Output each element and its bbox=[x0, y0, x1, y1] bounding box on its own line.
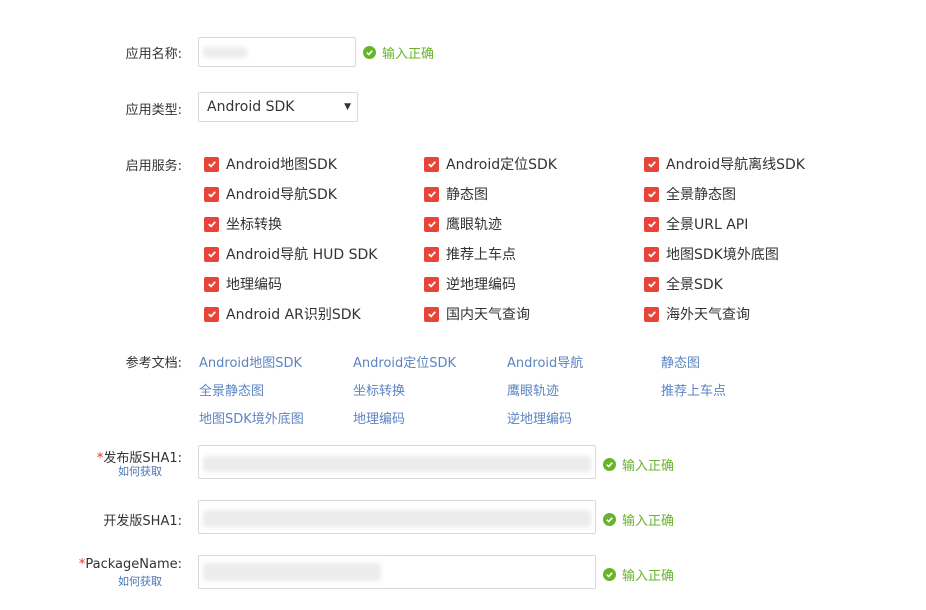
service-label: 国内天气查询 bbox=[446, 307, 530, 323]
redacted-value bbox=[203, 563, 381, 581]
redacted-value bbox=[203, 456, 591, 472]
redacted-value bbox=[203, 47, 247, 58]
service-checkbox[interactable]: Android导航 HUD SDK bbox=[204, 244, 377, 264]
redacted-value bbox=[203, 510, 591, 527]
checkbox-checked-icon[interactable] bbox=[644, 246, 659, 262]
checkbox-checked-icon[interactable] bbox=[424, 306, 439, 322]
app-name-label: 应用名称: bbox=[125, 47, 182, 62]
release-sha1-valid: 输入正确 bbox=[603, 455, 674, 474]
app-type-select[interactable]: Android SDK ▼ bbox=[198, 92, 358, 122]
service-checkbox[interactable]: Android地图SDK bbox=[204, 154, 337, 174]
doc-link[interactable]: 推荐上车点 bbox=[661, 380, 726, 399]
service-checkbox[interactable]: 坐标转换 bbox=[204, 214, 282, 234]
service-checkbox[interactable]: 静态图 bbox=[424, 184, 488, 204]
package-name-valid: 输入正确 bbox=[603, 565, 674, 584]
service-checkbox[interactable]: Android导航SDK bbox=[204, 184, 337, 204]
services-label: 启用服务: bbox=[125, 159, 182, 174]
service-label: 全景SDK bbox=[666, 277, 723, 293]
service-label: 推荐上车点 bbox=[446, 247, 516, 263]
service-checkbox[interactable]: 推荐上车点 bbox=[424, 244, 516, 264]
release-sha1-input[interactable] bbox=[198, 445, 596, 479]
service-checkbox[interactable]: Android定位SDK bbox=[424, 154, 557, 174]
service-label: 海外天气查询 bbox=[666, 307, 750, 323]
doc-link[interactable]: 坐标转换 bbox=[353, 380, 405, 399]
checkbox-checked-icon[interactable] bbox=[204, 186, 219, 202]
service-checkbox[interactable]: Android AR识别SDK bbox=[204, 304, 361, 324]
checkbox-checked-icon[interactable] bbox=[424, 216, 439, 232]
doc-link[interactable]: Android定位SDK bbox=[353, 352, 456, 371]
checkbox-checked-icon[interactable] bbox=[644, 216, 659, 232]
service-checkbox[interactable]: 全景URL API bbox=[644, 214, 748, 234]
checkbox-checked-icon[interactable] bbox=[204, 246, 219, 262]
doc-link[interactable]: Android地图SDK bbox=[199, 352, 302, 371]
check-circle-icon bbox=[363, 46, 376, 59]
service-label: Android地图SDK bbox=[226, 157, 337, 173]
check-circle-icon bbox=[603, 458, 616, 471]
service-checkbox[interactable]: 国内天气查询 bbox=[424, 304, 530, 324]
valid-text: 输入正确 bbox=[622, 459, 675, 474]
service-label: 全景URL API bbox=[666, 217, 749, 233]
doc-link[interactable]: Android导航 bbox=[507, 352, 583, 371]
doc-link[interactable]: 地理编码 bbox=[353, 408, 405, 427]
service-checkbox[interactable]: 全景SDK bbox=[644, 274, 723, 294]
dev-sha1-valid: 输入正确 bbox=[603, 510, 674, 529]
checkbox-checked-icon[interactable] bbox=[204, 306, 219, 322]
app-name-valid: 输入正确 bbox=[363, 43, 434, 62]
app-type-value: Android SDK bbox=[207, 99, 295, 115]
app-name-input[interactable] bbox=[198, 37, 356, 67]
package-name-label: *PackageName: bbox=[78, 557, 182, 572]
service-label: 地理编码 bbox=[226, 277, 282, 293]
release-sha1-help-link[interactable]: 如何获取 bbox=[118, 463, 162, 479]
docs-label: 参考文档: bbox=[125, 356, 182, 371]
checkbox-checked-icon[interactable] bbox=[204, 156, 219, 172]
checkbox-checked-icon[interactable] bbox=[644, 186, 659, 202]
service-checkbox[interactable]: 海外天气查询 bbox=[644, 304, 750, 324]
checkbox-checked-icon[interactable] bbox=[424, 246, 439, 262]
doc-link[interactable]: 地图SDK境外底图 bbox=[199, 408, 304, 427]
valid-text: 输入正确 bbox=[622, 569, 675, 584]
service-label: 鹰眼轨迹 bbox=[446, 217, 502, 233]
dev-sha1-input[interactable] bbox=[198, 500, 596, 534]
check-circle-icon bbox=[603, 568, 616, 581]
package-name-help-link[interactable]: 如何获取 bbox=[118, 573, 162, 589]
service-checkbox[interactable]: 地图SDK境外底图 bbox=[644, 244, 779, 264]
checkbox-checked-icon[interactable] bbox=[204, 276, 219, 292]
checkbox-checked-icon[interactable] bbox=[644, 306, 659, 322]
service-checkbox[interactable]: 地理编码 bbox=[204, 274, 282, 294]
service-checkbox[interactable]: 逆地理编码 bbox=[424, 274, 516, 294]
dev-sha1-label: 开发版SHA1: bbox=[103, 514, 182, 529]
checkbox-checked-icon[interactable] bbox=[424, 186, 439, 202]
service-label: 地图SDK境外底图 bbox=[666, 247, 779, 263]
service-label: 逆地理编码 bbox=[446, 277, 516, 293]
service-checkbox[interactable]: Android导航离线SDK bbox=[644, 154, 805, 174]
doc-link[interactable]: 鹰眼轨迹 bbox=[507, 380, 559, 399]
doc-link[interactable]: 静态图 bbox=[661, 352, 700, 371]
valid-text: 输入正确 bbox=[382, 47, 435, 62]
app-type-label: 应用类型: bbox=[125, 103, 182, 118]
checkbox-checked-icon[interactable] bbox=[644, 276, 659, 292]
checkbox-checked-icon[interactable] bbox=[204, 216, 219, 232]
valid-text: 输入正确 bbox=[622, 514, 675, 529]
checkbox-checked-icon[interactable] bbox=[424, 156, 439, 172]
service-checkbox[interactable]: 鹰眼轨迹 bbox=[424, 214, 502, 234]
service-checkbox[interactable]: 全景静态图 bbox=[644, 184, 736, 204]
package-name-input[interactable] bbox=[198, 555, 596, 589]
check-circle-icon bbox=[603, 513, 616, 526]
service-label: Android导航SDK bbox=[226, 187, 337, 203]
checkbox-checked-icon[interactable] bbox=[424, 276, 439, 292]
service-label: 全景静态图 bbox=[666, 187, 736, 203]
service-label: 静态图 bbox=[446, 187, 488, 203]
service-label: Android导航 HUD SDK bbox=[226, 247, 378, 263]
doc-link[interactable]: 全景静态图 bbox=[199, 380, 264, 399]
checkbox-checked-icon[interactable] bbox=[644, 156, 659, 172]
doc-link[interactable]: 逆地理编码 bbox=[507, 408, 572, 427]
service-label: Android定位SDK bbox=[446, 157, 557, 173]
triangle-down-icon: ▼ bbox=[344, 102, 351, 112]
service-label: Android AR识别SDK bbox=[226, 307, 361, 323]
service-label: 坐标转换 bbox=[226, 217, 282, 233]
service-label: Android导航离线SDK bbox=[666, 157, 805, 173]
